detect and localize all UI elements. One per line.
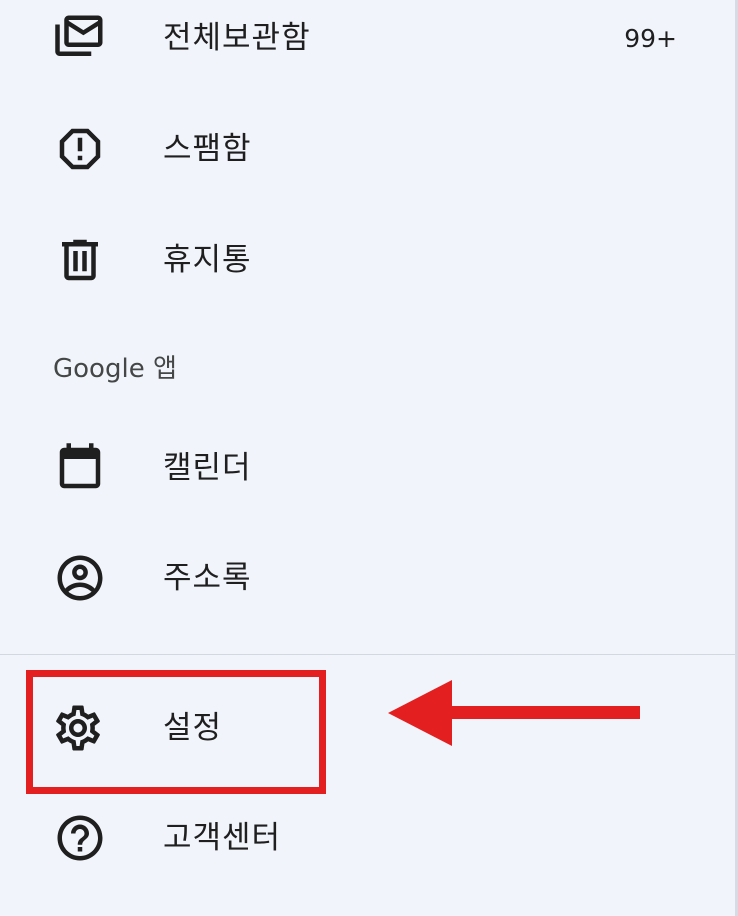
divider <box>0 654 735 655</box>
spam-icon <box>50 119 110 179</box>
drawer-item-contacts[interactable]: 주소록 <box>0 538 735 618</box>
drawer-item-label: 캘린더 <box>163 449 252 486</box>
drawer-item-calendar[interactable]: 캘린더 <box>0 428 735 508</box>
drawer-item-all-mail[interactable]: 전체보관함 99+ <box>0 0 735 78</box>
drawer-item-label: 고객센터 <box>163 819 282 856</box>
drawer-item-label: 전체보관함 <box>163 19 311 56</box>
all-mail-icon <box>50 8 110 68</box>
drawer-item-help[interactable]: 고객센터 <box>0 798 735 878</box>
section-header-google-apps: Google 앱 <box>53 354 177 384</box>
drawer-item-spam[interactable]: 스팸함 <box>0 109 735 189</box>
calendar-icon <box>50 438 110 498</box>
navigation-drawer: 전체보관함 99+ 스팸함 휴지통 Google 앱 캘린더 주소록 설정 고객… <box>0 0 735 916</box>
gear-icon <box>48 698 108 758</box>
drawer-item-settings[interactable]: 설정 <box>0 688 735 768</box>
drawer-item-label: 휴지통 <box>163 241 252 278</box>
contacts-icon <box>50 548 110 608</box>
help-icon <box>50 808 110 868</box>
drawer-item-label: 주소록 <box>163 559 252 596</box>
drawer-item-trash[interactable]: 휴지통 <box>0 220 735 300</box>
trash-icon <box>50 230 110 290</box>
unread-count-badge: 99+ <box>624 23 677 53</box>
drawer-item-label: 설정 <box>163 709 223 746</box>
drawer-item-label: 스팸함 <box>163 130 252 167</box>
